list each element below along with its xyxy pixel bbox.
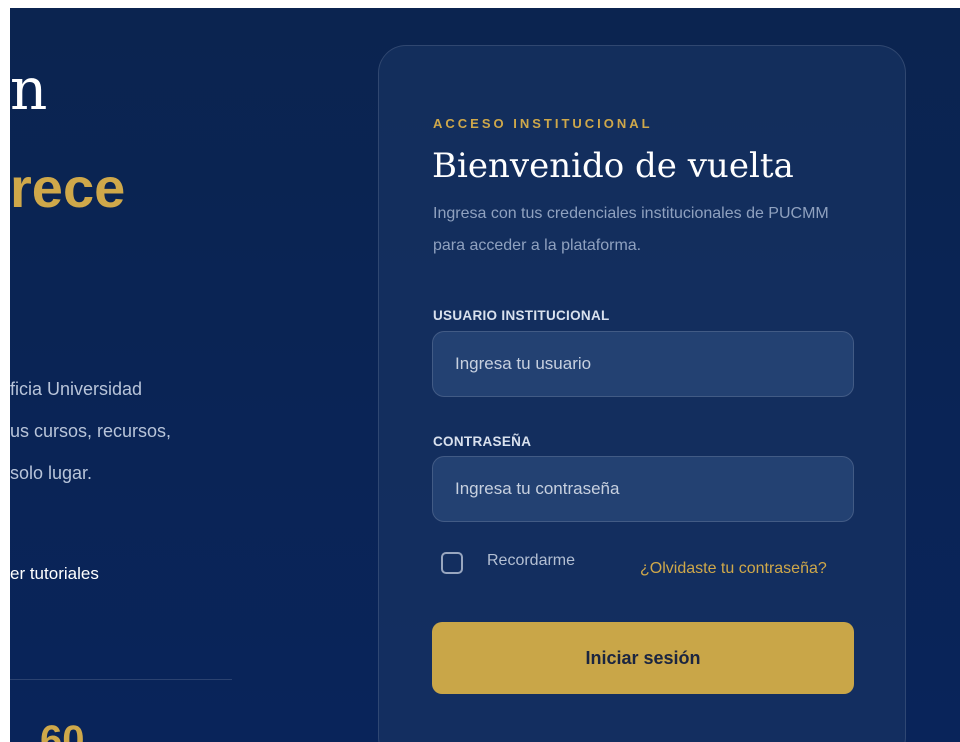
hero-title-line-2: rece <box>10 156 126 219</box>
hero-description-line: ficia Universidad <box>10 379 143 399</box>
card-subtitle: Ingresa con tus credenciales institucion… <box>433 205 829 254</box>
hero-description: ficia Universidad us cursos, recursos, s… <box>10 368 250 494</box>
remember-me[interactable]: Recordarme <box>441 552 575 574</box>
hero-stat-value: 60 <box>40 718 85 742</box>
login-button[interactable]: Iniciar sesión <box>432 622 854 694</box>
username-label: USUARIO INSTITUCIONAL <box>433 308 610 323</box>
card-eyebrow: ACCESO INSTITUCIONAL <box>433 116 653 131</box>
password-input[interactable] <box>432 456 854 522</box>
empty-checkbox-icon[interactable] <box>441 552 463 574</box>
hero-description-line: us cursos, recursos, <box>10 421 172 441</box>
forgot-password-link[interactable]: ¿Olvidaste tu contraseña? <box>640 560 827 578</box>
hero-divider <box>10 679 232 680</box>
card-title: Bienvenido de vuelta <box>432 146 794 186</box>
tutorials-link[interactable]: er tutoriales <box>10 564 99 584</box>
hero-title-line-1: n <box>10 55 47 123</box>
login-card: ACCESO INSTITUCIONAL Bienvenido de vuelt… <box>378 45 906 742</box>
username-input[interactable] <box>432 331 854 397</box>
hero-description-line: solo lugar. <box>10 463 93 483</box>
login-page: n rece ficia Universidad us cursos, recu… <box>10 8 960 742</box>
remember-me-label[interactable]: Recordarme <box>487 552 575 570</box>
password-label: CONTRASEÑA <box>433 434 532 449</box>
